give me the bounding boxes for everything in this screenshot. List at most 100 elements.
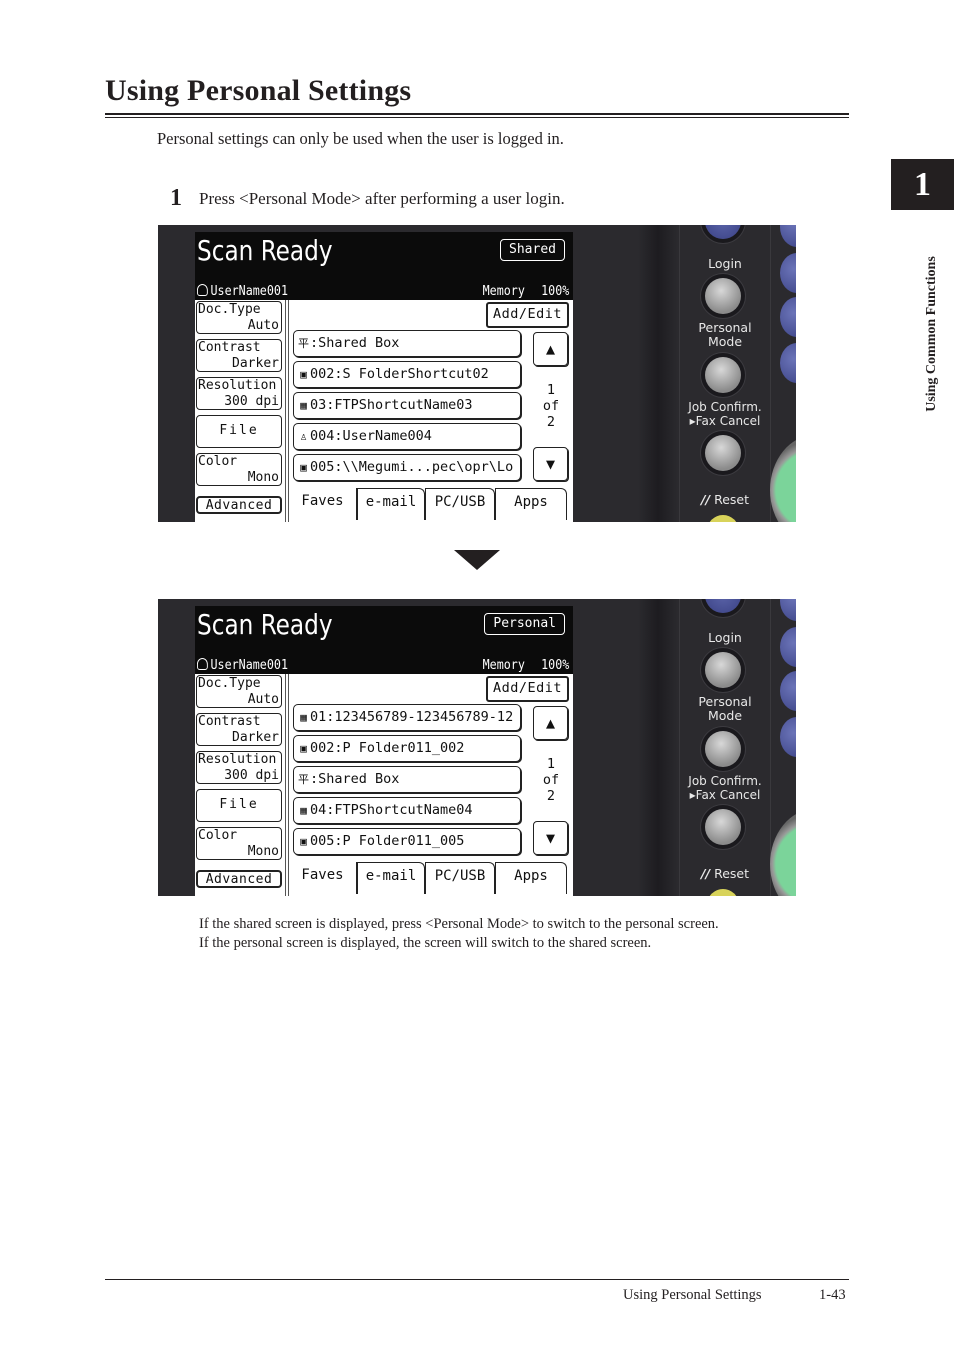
- numpad-key[interactable]: [780, 297, 796, 337]
- numpad-key[interactable]: [780, 253, 796, 293]
- tab-pc-usb[interactable]: PC/USB: [425, 488, 495, 520]
- user-name: UserName001: [210, 284, 288, 299]
- folder-shortcut-icon: ▣: [300, 742, 307, 755]
- list-item[interactable]: ▦ 01:123456789-123456789-12: [293, 704, 521, 731]
- login-button[interactable]: [705, 278, 741, 314]
- personal-mode-button[interactable]: [705, 357, 741, 393]
- reset-text: Reset: [714, 492, 750, 507]
- list-item[interactable]: ▣ 002:S FolderShortcut02: [293, 361, 521, 388]
- scroll-up-button[interactable]: ▲: [533, 332, 568, 366]
- transition-arrow-icon: [454, 550, 500, 570]
- color-button[interactable]: Color Mono: [196, 827, 282, 860]
- reset-text: Reset: [714, 866, 750, 881]
- scroll-down-button[interactable]: ▼: [533, 447, 568, 481]
- resolution-button[interactable]: Resolution 300 dpi: [196, 751, 282, 784]
- logged-in-user: UserName001: [197, 658, 288, 673]
- tab-email[interactable]: e-mail: [357, 488, 425, 520]
- job-confirm-button[interactable]: [705, 809, 741, 845]
- scroll-up-button[interactable]: ▲: [533, 706, 568, 740]
- doc-type-value: Auto: [247, 318, 279, 333]
- contrast-button[interactable]: Contrast Darker: [196, 339, 282, 372]
- resolution-value: 300 dpi: [224, 394, 279, 409]
- lcd-screen: Scan Ready Personal UserName001 Memory 10…: [195, 606, 573, 896]
- add-edit-button[interactable]: Add/Edit: [485, 302, 569, 328]
- file-name-button[interactable]: File Name: [196, 415, 282, 468]
- color-button[interactable]: Color Mono: [196, 453, 282, 486]
- settings-sidebar: Doc.Type Auto Contrast Darker Resolution 30…: [195, 300, 289, 522]
- tab-faves[interactable]: Faves: [289, 862, 357, 894]
- list-item[interactable]: ▣ 005:\\Megumi...pec\opr\Lo: [293, 454, 521, 481]
- doc-type-button[interactable]: Doc.Type Auto: [196, 301, 282, 334]
- reset-label: // Reset: [680, 493, 770, 507]
- tab-pc-usb[interactable]: PC/USB: [425, 862, 495, 894]
- logged-in-user: UserName001: [197, 284, 288, 299]
- personal-mode-button[interactable]: [705, 731, 741, 767]
- numpad-key[interactable]: [780, 717, 796, 757]
- scroll-down-button[interactable]: ▼: [533, 821, 568, 855]
- doc-type-button[interactable]: Doc.Type Auto: [196, 675, 282, 708]
- panel-divider: [638, 599, 678, 896]
- personal-mode-label-line1: Personal: [698, 694, 752, 709]
- advanced-button[interactable]: Advanced: [196, 870, 282, 888]
- job-confirm-label: Job Confirm. ▸Fax Cancel: [680, 774, 770, 802]
- numpad-key[interactable]: [780, 599, 796, 621]
- chapter-label-text: Using Common Functions: [924, 256, 939, 412]
- reset-icon: //: [700, 492, 711, 507]
- user-icon: ♙: [300, 430, 307, 443]
- ftp-shortcut-icon: ▦: [300, 711, 307, 724]
- hardware-top-button[interactable]: [705, 599, 741, 613]
- tab-bar: Faves e-mail PC/USB Apps: [289, 860, 573, 894]
- tab-apps[interactable]: Apps: [495, 488, 567, 520]
- list-item-text: 005:P Folder011_005: [310, 833, 465, 849]
- contrast-button[interactable]: Contrast Darker: [196, 713, 282, 746]
- memory-value: 100%: [540, 658, 569, 673]
- reset-button[interactable]: [707, 515, 739, 522]
- list-item[interactable]: ▦ 04:FTPShortcutName04: [293, 797, 521, 824]
- job-confirm-button[interactable]: [705, 435, 741, 471]
- personal-mode-label-line2: Mode: [707, 334, 743, 349]
- advanced-button[interactable]: Advanced: [196, 496, 282, 514]
- fax-cancel-label: ▸Fax Cancel: [689, 414, 761, 428]
- folder-shortcut-icon: ▣: [300, 368, 307, 381]
- shared-box-icon: 平: [298, 773, 309, 786]
- up-arrow-icon: ▲: [545, 340, 556, 358]
- reset-button[interactable]: [707, 889, 739, 896]
- list-item[interactable]: 平:Shared Box: [293, 330, 521, 357]
- fax-cancel-label: ▸Fax Cancel: [689, 788, 761, 802]
- list-item[interactable]: ▦ 03:FTPShortcutName03: [293, 392, 521, 419]
- list-item[interactable]: 平:Shared Box: [293, 766, 521, 793]
- file-name-button[interactable]: File Name: [196, 789, 282, 842]
- color-label: Color: [198, 828, 238, 843]
- device-panel-personal: Scan Ready Personal UserName001 Memory 10…: [158, 599, 796, 896]
- page-total: 2: [546, 788, 556, 804]
- contrast-label: Contrast: [198, 714, 261, 729]
- mode-toggle-button[interactable]: Personal: [484, 613, 565, 635]
- numpad-key[interactable]: [780, 627, 796, 667]
- contrast-value: Darker: [232, 730, 279, 745]
- login-label: Login: [708, 256, 742, 271]
- add-edit-button[interactable]: Add/Edit: [485, 676, 569, 702]
- hardware-top-button[interactable]: [705, 225, 741, 239]
- resolution-button[interactable]: Resolution 300 dpi: [196, 377, 282, 410]
- login-button[interactable]: [705, 652, 741, 688]
- job-confirm-label-line1: Job Confirm.: [688, 774, 762, 788]
- page-of: of: [542, 398, 560, 414]
- numpad-key[interactable]: [780, 225, 796, 247]
- footer-rule: [105, 1279, 849, 1280]
- list-item[interactable]: ♙ 004:UserName004: [293, 423, 521, 450]
- panel-divider: [638, 225, 678, 522]
- list-item-text: 005:\\Megumi...pec\opr\Lo: [310, 459, 514, 475]
- tab-apps[interactable]: Apps: [495, 862, 567, 894]
- personal-mode-label-line2: Mode: [707, 708, 743, 723]
- list-item-text: 03:FTPShortcutName03: [310, 397, 473, 413]
- start-button[interactable]: [770, 435, 796, 522]
- memory-label: Memory: [482, 658, 525, 673]
- tab-email[interactable]: e-mail: [357, 862, 425, 894]
- numpad-key[interactable]: [780, 343, 796, 383]
- list-item[interactable]: ▣ 002:P Folder011_002: [293, 735, 521, 762]
- start-button[interactable]: [770, 809, 796, 896]
- mode-toggle-button[interactable]: Shared: [500, 239, 565, 261]
- list-item[interactable]: ▣ 005:P Folder011_005: [293, 828, 521, 855]
- numpad-key[interactable]: [780, 671, 796, 711]
- tab-faves[interactable]: Faves: [289, 488, 357, 520]
